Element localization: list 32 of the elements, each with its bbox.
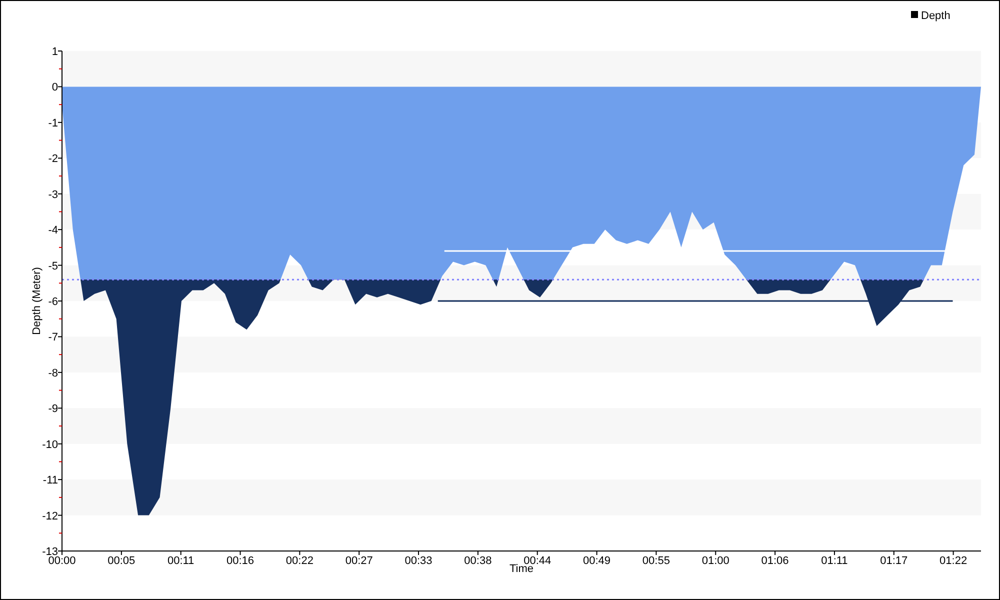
y-tick-label: -9 [48, 403, 58, 416]
y-tick-label: -5 [48, 260, 58, 272]
legend-label: Depth [921, 10, 950, 22]
x-tick-label: 00:38 [464, 555, 492, 567]
x-tick-label: 00:33 [404, 555, 432, 567]
y-tick-label: -3 [48, 188, 58, 201]
y-tick-label: 1 [52, 46, 58, 58]
y-tick-label: -6 [48, 296, 58, 308]
x-tick-label: 00:11 [167, 555, 194, 567]
x-tick-label: 00:27 [345, 555, 373, 567]
y-axis-title: Depth (Meter) [31, 267, 43, 335]
y-tick-label: -2 [48, 153, 58, 166]
x-tick-label: 00:05 [108, 555, 136, 567]
x-tick-label: 01:11 [821, 555, 848, 567]
y-tick-label: -11 [42, 474, 58, 487]
x-tick-label: 00:49 [583, 555, 611, 567]
y-tick-label: -8 [48, 367, 58, 380]
y-tick-label: -4 [48, 224, 58, 237]
x-tick-label: 00:00 [48, 555, 76, 567]
y-tick-label: 0 [52, 82, 58, 94]
y-tick-label: -1 [48, 117, 58, 130]
x-tick-label: 00:55 [642, 555, 670, 567]
y-tick-label: -7 [48, 332, 58, 344]
x-tick-label: 00:16 [226, 555, 254, 567]
y-tick-label: -12 [42, 510, 58, 522]
x-tick-label: 01:00 [702, 555, 730, 567]
x-tick-label: 01:06 [761, 555, 789, 567]
legend-marker-icon [911, 11, 918, 18]
x-tick-label: 01:22 [940, 555, 968, 567]
y-tick-label: -10 [42, 438, 58, 451]
x-tick-label: 01:17 [880, 555, 908, 567]
x-tick-label: 00:22 [286, 555, 314, 567]
